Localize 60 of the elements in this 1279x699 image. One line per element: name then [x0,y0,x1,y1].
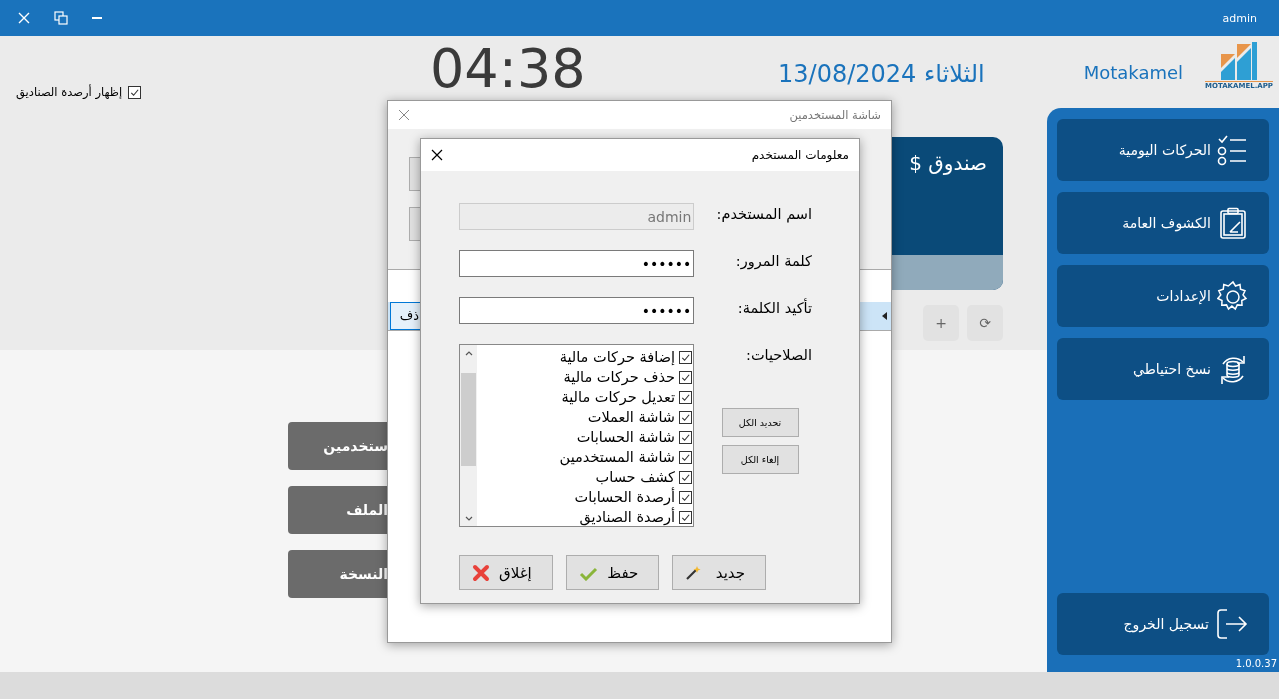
checkbox-label: إظهار أرصدة الصناديق [16,85,123,99]
input-field[interactable]: •••••• [459,250,695,277]
checkbox[interactable] [128,85,142,99]
nav-button[interactable]: الإعدادات [1057,265,1269,327]
logout-button[interactable]: تسجيل الخروج [1057,593,1269,655]
row-pointer-icon [882,312,887,320]
permission-label: شاشة المستخدمين [559,449,675,465]
checkbox[interactable] [679,430,692,444]
scrollbar[interactable] [460,345,477,526]
add-button[interactable]: + [923,305,959,341]
refresh-button[interactable]: ⟳ [967,305,1003,341]
permission-label: تعديل حركات مالية [561,389,675,405]
field-label: الصلاحيات: [745,346,812,363]
brand-name: Motakamel [1083,62,1184,83]
logout-icon [1215,607,1249,641]
close-icon [472,563,490,582]
dialog-title: شاشة المستخدمين [789,108,881,122]
nav-button[interactable]: الكشوف العامة [1057,192,1269,254]
checkbox[interactable] [679,450,692,464]
checkbox[interactable] [679,510,692,524]
checklist-icon [1217,134,1249,166]
date-text: الثلاثاء 13/08/2024 [778,60,985,88]
field-label: تأكيد الكلمة: [736,297,812,316]
scroll-up-icon [464,351,473,356]
clock: 04:38 [430,42,586,96]
checkbox[interactable] [679,490,692,504]
user-name: admin [1222,11,1257,25]
scroll-down-icon [464,516,473,521]
permission-label: إضافة حركات مالية [559,349,675,365]
save-button[interactable]: حفظ [565,555,660,590]
dialog-title: معلومات المستخدم [751,148,849,162]
checkbox[interactable] [679,470,692,484]
clear-all-button[interactable]: إلغاء الكل [721,445,799,474]
permission-label: أرصدة الصناديق [579,509,675,525]
settings-icon [1217,280,1249,312]
nav-button[interactable]: نسخ احتياطي [1057,338,1269,400]
permission-label: حذف حركات مالية [563,369,675,385]
checkbox[interactable] [679,350,692,364]
restore-icon[interactable] [54,11,68,25]
input-field[interactable]: •••••• [459,297,695,324]
field-label: اسم المستخدم: [715,205,812,222]
permission-label: كشف حساب [595,469,675,485]
clipboard-icon [1217,207,1249,239]
card-title: صندوق $ [908,150,988,177]
version-text: 1.0.0.37 [1234,658,1277,671]
row-button[interactable]: ذف [390,302,422,330]
select-all-button[interactable]: تحديد الكل [721,408,799,437]
wand-icon [685,564,702,581]
new-button[interactable]: جديد [672,555,766,590]
checkbox[interactable] [679,410,692,424]
logo-icon [1219,42,1259,80]
permission-label: شاشة الحسابات [576,429,675,445]
permission-label: شاشة العملات [587,409,675,425]
checkbox[interactable] [679,390,692,404]
checkbox[interactable] [679,370,692,384]
close-button[interactable]: إغلاق [459,555,553,590]
close-icon[interactable] [431,149,443,161]
permission-label: أرصدة الحسابات [574,489,675,505]
nav-button[interactable]: الحركات اليومية [1057,119,1269,181]
field-label: كلمة المرور: [734,252,812,269]
